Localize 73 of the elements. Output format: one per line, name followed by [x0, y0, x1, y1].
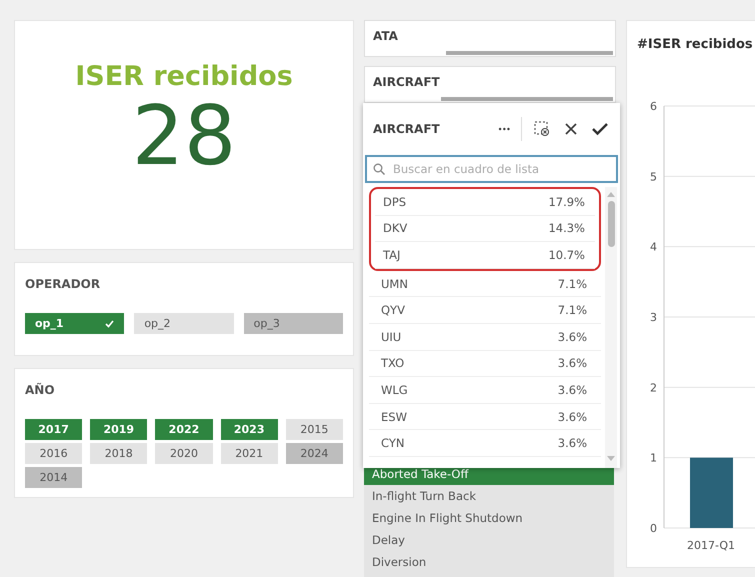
item-share: 3.6% — [558, 330, 587, 344]
filter-option[interactable]: 2019 — [90, 419, 148, 440]
filter-pane[interactable]: ATA — [364, 20, 616, 57]
list-item[interactable]: UIU 3.6% — [369, 324, 601, 351]
filter-option[interactable]: 2016 — [25, 443, 82, 464]
popover-title: AIRCRAFT — [373, 122, 441, 136]
filter-option[interactable]: 2022 — [155, 419, 213, 440]
axis-tick-label: 3 — [650, 311, 657, 324]
item-label: QYV — [381, 303, 405, 318]
filter-option[interactable]: 2024 — [286, 443, 343, 464]
filter-label: AIRCRAFT — [372, 74, 441, 89]
filter-pane[interactable]: AIRCRAFT — [364, 66, 616, 103]
list-item[interactable]: Delay — [364, 529, 614, 551]
chart-title: #ISER recibidos — [637, 37, 754, 52]
filter-option[interactable]: op_3 — [244, 313, 343, 334]
list-item[interactable]: ESW 3.6% — [369, 404, 601, 430]
axis-tick-label: 6 — [650, 100, 657, 113]
filter-label: ATA — [372, 28, 399, 43]
filter-option[interactable]: 2020 — [155, 443, 213, 464]
filter-option[interactable]: 2021 — [220, 443, 278, 464]
search-icon — [373, 163, 385, 175]
filter-option[interactable]: 2014 — [25, 467, 82, 488]
axis-tick-label: 0 — [650, 522, 657, 535]
list-item[interactable]: UMN 7.1% — [369, 270, 601, 298]
filter-option[interactable]: 2018 — [90, 443, 148, 464]
more-button[interactable]: ••• — [498, 124, 511, 134]
axis-tick-label: 2 — [650, 381, 657, 394]
item-label: WLG — [381, 382, 408, 397]
item-share: 3.6% — [558, 382, 587, 397]
check-icon — [105, 320, 114, 328]
clear-selection-icon[interactable] — [532, 119, 552, 139]
list-item[interactable]: CYN 3.6% — [369, 430, 601, 457]
item-label: TAJ — [383, 248, 400, 262]
axis-tick-label: 5 — [650, 170, 657, 184]
list-item[interactable]: QYV 7.1% — [369, 297, 601, 324]
item-share: 17.9% — [548, 194, 585, 209]
kpi-value: 28 — [132, 96, 236, 178]
list-item[interactable]: Engine In Flight Shutdown — [364, 507, 614, 529]
list-item[interactable]: In-flight Turn Back — [364, 485, 614, 507]
list-item[interactable]: TXO 3.6% — [369, 350, 601, 378]
filter-option[interactable]: 2015 — [286, 419, 343, 440]
item-share: 3.6% — [558, 436, 587, 450]
item-label: TXO — [381, 356, 404, 370]
item-share: 7.1% — [558, 276, 587, 291]
item-label: DKV — [383, 221, 408, 236]
list-item[interactable]: DKV 14.3% — [375, 216, 595, 242]
item-share: 10.7% — [548, 248, 585, 262]
item-label: UIU — [381, 330, 402, 344]
filter-option[interactable]: 2023 — [220, 419, 278, 440]
item-label: CYN — [381, 436, 404, 450]
item-label: UMN — [381, 276, 408, 291]
item-share: 3.6% — [558, 356, 587, 370]
list-item[interactable]: Diversion — [364, 551, 614, 573]
bar — [690, 458, 733, 528]
list-item[interactable]: TAJ 10.7% — [375, 242, 595, 269]
filter-title: AÑO — [25, 383, 56, 397]
kpi-title: ISER recibidos — [75, 61, 293, 92]
item-share: 3.6% — [558, 410, 587, 424]
item-share: 14.3% — [548, 221, 585, 236]
axis-tick-label: 4 — [650, 240, 657, 254]
item-label: ESW — [381, 410, 407, 424]
item-label: DPS — [383, 194, 406, 209]
axis-category-label: 2017-Q1 — [686, 539, 736, 552]
axis-tick-label: 1 — [650, 452, 657, 465]
filter-title: OPERADOR — [25, 277, 102, 291]
list-item[interactable]: WLG 3.6% — [369, 377, 601, 404]
filter-option[interactable]: op_2 — [134, 313, 234, 334]
item-share: 7.1% — [558, 303, 587, 318]
list-item[interactable]: DPS 17.9% — [375, 189, 595, 216]
filter-option[interactable]: 2017 — [25, 419, 82, 440]
filter-option[interactable]: op_1 — [25, 313, 124, 334]
search-field[interactable]: Buscar en cuadro de lista — [365, 155, 618, 183]
check-icon[interactable] — [590, 120, 610, 138]
